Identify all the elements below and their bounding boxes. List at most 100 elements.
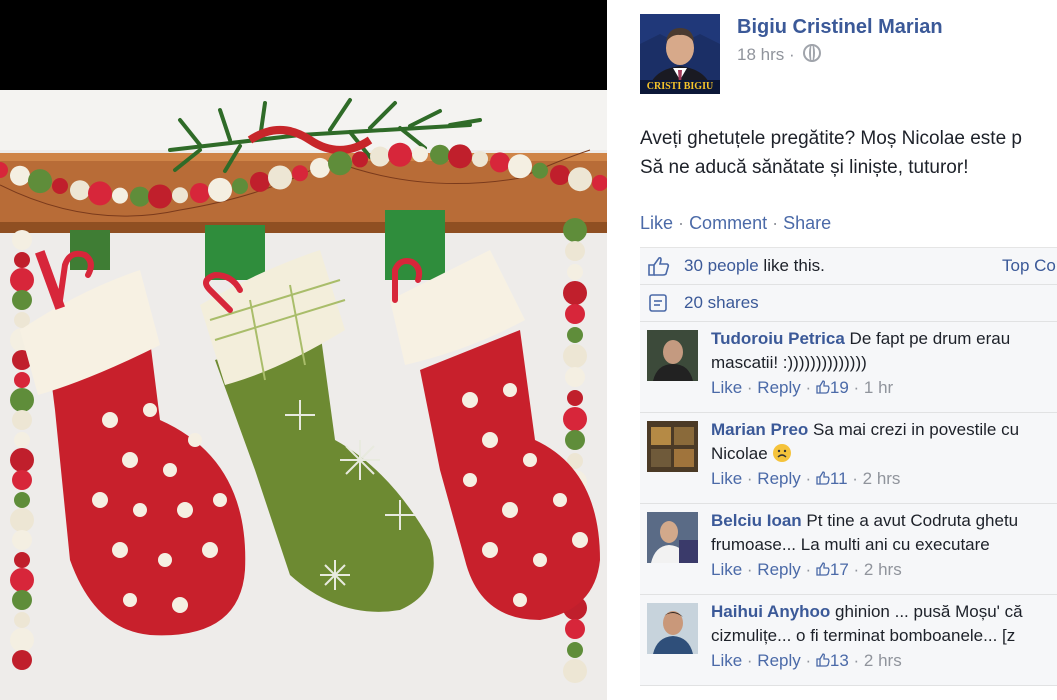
thumbs-up-icon: [816, 380, 830, 394]
garland-bead: [12, 290, 32, 310]
post-panel: CRISTI BIGIU Bigiu Cristinel Marian 18 h…: [607, 0, 1057, 700]
action-separator: ·: [678, 213, 685, 233]
comment-time[interactable]: 2 hrs: [864, 560, 902, 579]
garland-bead: [563, 281, 587, 305]
commenter-photo: [647, 603, 698, 654]
comment-text: Marian Preo Sa mai crezi in povestile cu…: [711, 418, 1057, 466]
likes-count-link[interactable]: 30 people: [684, 256, 759, 275]
post-photo[interactable]: [0, 0, 607, 700]
comment-time[interactable]: 1 hr: [864, 378, 893, 397]
garland-bead: [10, 568, 34, 592]
commenter-avatar[interactable]: [647, 603, 698, 654]
garland-bead: [10, 165, 30, 186]
garland-bead: [568, 167, 592, 192]
garland-bead: [12, 410, 32, 430]
garland-bead: [490, 152, 510, 173]
commenter-name[interactable]: Tudoroiu Petrica: [711, 329, 845, 348]
comment-item: Marian Preo Sa mai crezi in povestile cu…: [640, 413, 1057, 504]
commenter-name[interactable]: Marian Preo: [711, 420, 808, 439]
garland-bead: [370, 146, 390, 167]
garland-bead: [14, 372, 30, 388]
comment-reply-link[interactable]: Reply: [757, 378, 800, 397]
garland-bead: [52, 178, 68, 195]
garland-bead: [10, 628, 34, 652]
post-text: Aveți ghetuțele pregătite? Moș Nicolae e…: [640, 124, 1057, 182]
action-separator: ·: [772, 213, 779, 233]
garland-bead: [70, 180, 90, 201]
garland-bead: [14, 432, 30, 448]
comment-like-link[interactable]: Like: [711, 469, 742, 488]
garland-bead: [310, 157, 330, 178]
shares-link[interactable]: 20 shares: [684, 285, 759, 321]
commenter-name[interactable]: Haihui Anyhoo: [711, 602, 830, 621]
post-text-line: Să ne aducă sănătate și liniște, tuturor…: [640, 157, 969, 178]
comment-meta: Like · Reply · 11 · 2 hrs: [711, 469, 901, 488]
garland-bead: [12, 590, 32, 610]
garland-bead: [563, 659, 587, 683]
globe-icon[interactable]: [803, 44, 822, 62]
garland-bead: [28, 169, 52, 194]
comment-body: ghinion ... pusă Moșu' că: [835, 602, 1023, 621]
garland-bead: [567, 642, 583, 658]
comment-meta: Like · Reply · 17 · 2 hrs: [711, 560, 902, 579]
comment-like-count: 17: [829, 560, 849, 579]
avatar-caption: CRISTI BIGIU: [640, 80, 720, 94]
garland-bead: [565, 241, 585, 261]
feedback-box: 30 people like this. Top Co 20 shares Tu…: [640, 247, 1057, 686]
comment-like-link[interactable]: Like: [711, 560, 742, 579]
comment-body-cont: frumoase... La multi ani cu executare: [711, 535, 990, 554]
commenter-name[interactable]: Belciu Ioan: [711, 511, 802, 530]
garland-bead: [565, 430, 585, 450]
author-name[interactable]: Bigiu Cristinel Marian: [737, 16, 943, 39]
author-avatar[interactable]: CRISTI BIGIU: [640, 14, 720, 94]
comment-likes[interactable]: 17: [816, 560, 849, 579]
garland-bead: [563, 344, 587, 368]
comment-text: Tudoroiu Petrica De fapt pe drum erau ma…: [711, 327, 1057, 375]
garland-bead: [567, 264, 583, 280]
commenter-avatar[interactable]: [647, 421, 698, 472]
thumbs-up-icon: [816, 653, 830, 667]
comment-likes[interactable]: 11: [816, 469, 848, 488]
comment-like-link[interactable]: Like: [711, 651, 742, 670]
garland-bead: [14, 252, 30, 268]
comment-body-cont: mascatii! :)))))))))))))): [711, 353, 867, 372]
likes-text: 30 people like this.: [684, 248, 825, 284]
garland-bead: [14, 612, 30, 628]
garland-bead: [232, 178, 248, 195]
top-comments-dropdown[interactable]: Top Co: [1002, 248, 1056, 284]
likes-row: 30 people like this. Top Co: [640, 248, 1057, 285]
comment-likes[interactable]: 19: [816, 378, 849, 397]
comment-link[interactable]: Comment: [689, 213, 767, 233]
christmas-stockings-image: [0, 90, 607, 700]
garland-bead: [130, 186, 150, 207]
comment-body-cont: Nicolae: [711, 444, 768, 463]
garland-bead: [448, 144, 472, 169]
like-link[interactable]: Like: [640, 213, 673, 233]
comment-text: Belciu Ioan Pt tine a avut Codruta ghetu…: [711, 509, 1057, 557]
comment-likes[interactable]: 13: [816, 651, 849, 670]
post-time[interactable]: 18 hrs: [737, 45, 784, 64]
garland-bead: [563, 407, 587, 431]
garland-bead: [412, 146, 428, 163]
comment-time[interactable]: 2 hrs: [863, 469, 901, 488]
comment-time[interactable]: 2 hrs: [864, 651, 902, 670]
garland-bead: [292, 165, 308, 182]
share-link[interactable]: Share: [783, 213, 831, 233]
comment-reply-link[interactable]: Reply: [757, 651, 800, 670]
commenter-photo: [647, 512, 698, 563]
comment-reply-link[interactable]: Reply: [757, 560, 800, 579]
comment-item: Tudoroiu Petrica De fapt pe drum erau ma…: [640, 322, 1057, 413]
post-text-line: Aveți ghetuțele pregătite? Moș Nicolae e…: [640, 128, 1022, 149]
garland-bead: [10, 268, 34, 292]
commenter-avatar[interactable]: [647, 330, 698, 381]
garland-bead: [148, 184, 172, 209]
garland-bead: [328, 151, 352, 176]
commenter-photo: [647, 421, 698, 472]
sad-face-emoji-icon: [773, 444, 792, 462]
comment-like-link[interactable]: Like: [711, 378, 742, 397]
garland-bead: [563, 218, 587, 242]
garland-bead: [172, 187, 188, 204]
comment-meta: Like · Reply · 19 · 1 hr: [711, 378, 894, 397]
commenter-avatar[interactable]: [647, 512, 698, 563]
comment-reply-link[interactable]: Reply: [757, 469, 800, 488]
